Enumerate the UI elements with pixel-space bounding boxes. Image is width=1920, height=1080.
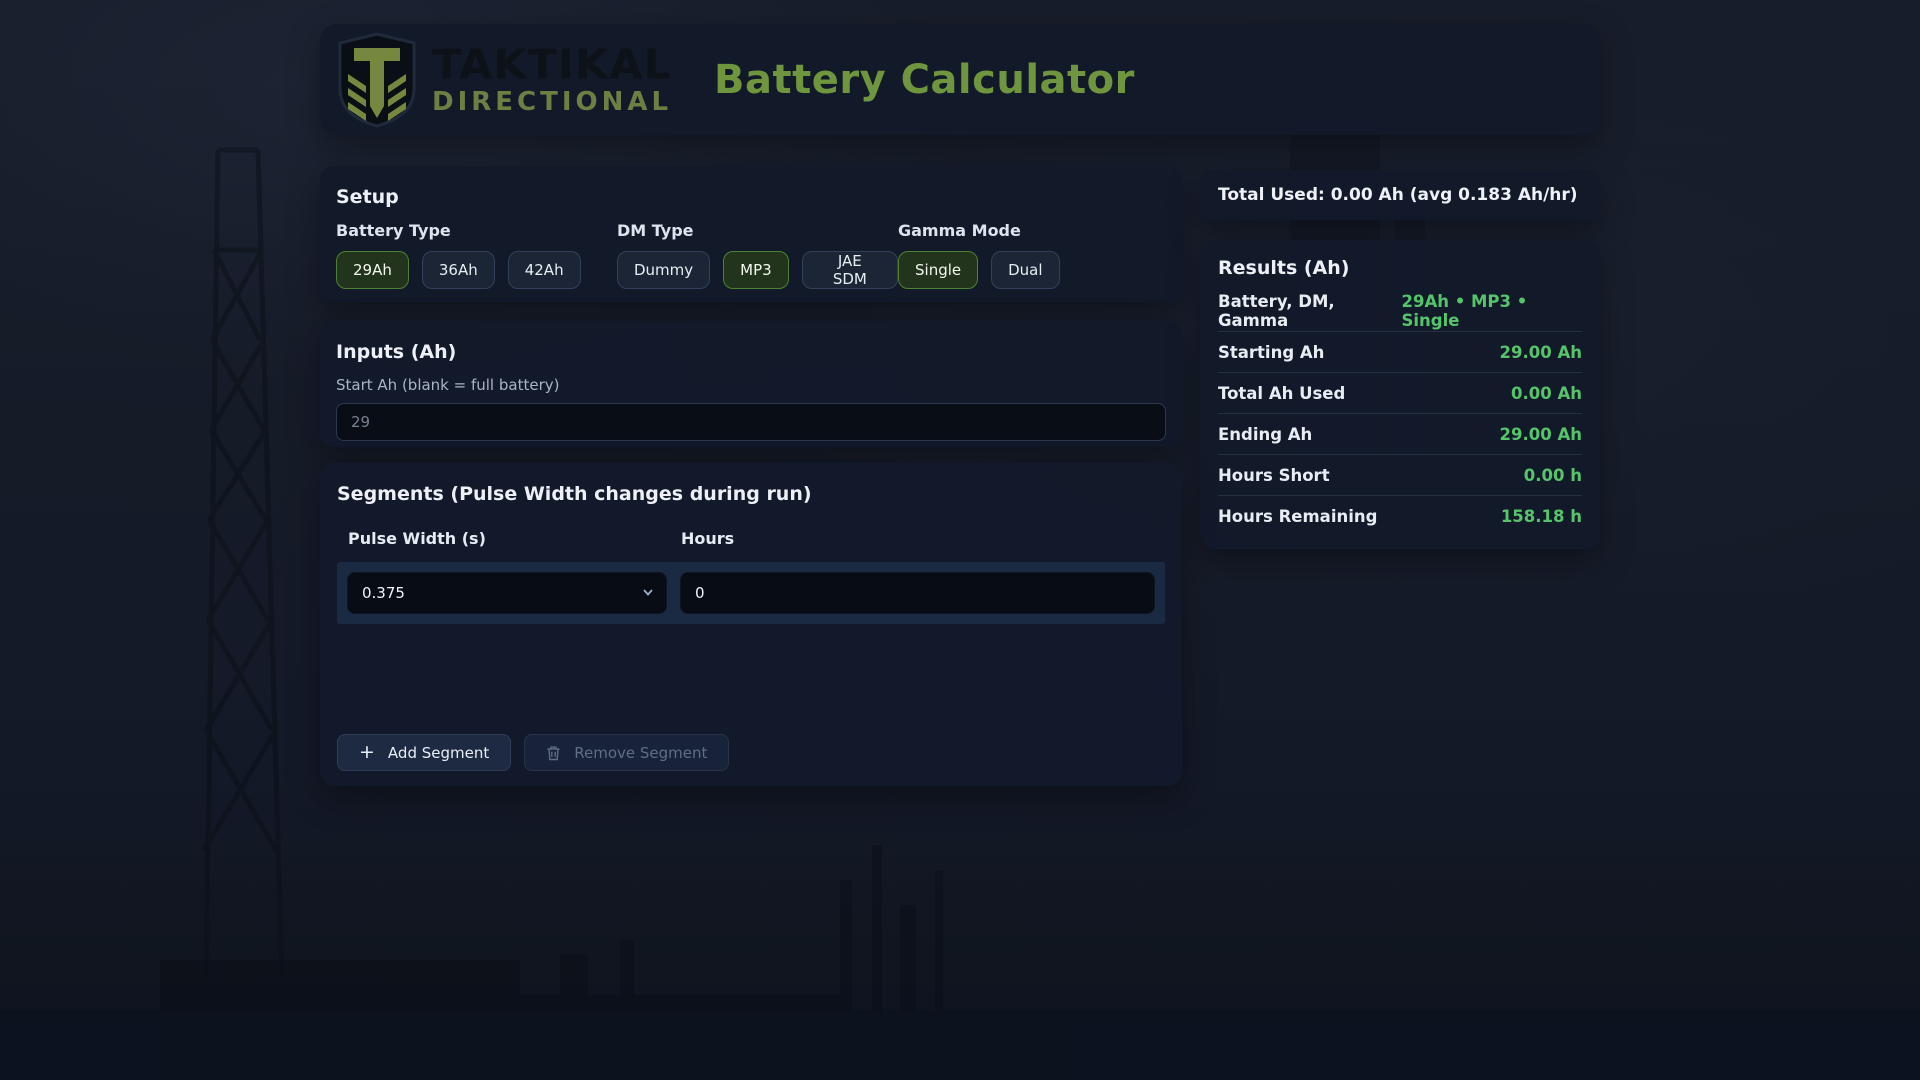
result-value: 29.00 Ah [1499,424,1582,444]
segments-heading: Segments (Pulse Width changes during run… [337,483,812,505]
result-row-total-ah-used: Total Ah Used 0.00 Ah [1218,373,1582,414]
result-row-hours-short: Hours Short 0.00 h [1218,455,1582,496]
start-ah-input[interactable] [336,403,1166,441]
inputs-heading: Inputs (Ah) [336,341,457,363]
brand-wordmark: TAKTIKAL DIRECTIONAL [432,44,694,115]
taktikal-shield-logo-icon [338,31,416,128]
gamma-mode-dual-button[interactable]: Dual [991,251,1060,289]
result-label: Starting Ah [1218,342,1325,362]
pulse-width-select[interactable]: 0.375 [347,572,667,614]
plus-icon: + [359,741,375,763]
battery-calculator-app: TAKTIKAL DIRECTIONAL Battery Calculator … [320,0,1600,786]
inputs-panel: Inputs (Ah) Start Ah (blank = full batte… [320,321,1182,447]
add-segment-button[interactable]: + Add Segment [337,734,512,771]
gamma-mode-single-button[interactable]: Single [898,251,979,289]
result-label: Ending Ah [1218,424,1313,444]
battery-type-group: Battery Type 29Ah 36Ah 42Ah [336,221,617,289]
results-heading: Results (Ah) [1218,257,1350,279]
dm-type-group: DM Type Dummy MP3 JAE SDM [617,221,898,289]
setup-panel: Setup Battery Type 29Ah 36Ah 42Ah DM Typ… [320,166,1182,302]
battery-type-label: Battery Type [336,221,451,240]
brand-name: TAKTIKAL [432,41,672,90]
trash-icon [547,746,560,760]
setup-heading: Setup [336,186,399,208]
gamma-mode-label: Gamma Mode [898,221,1021,240]
results-panel: Results (Ah) Battery, DM, Gamma 29Ah • M… [1200,240,1600,549]
total-used-text: Total Used: 0.00 Ah (avg 0.183 Ah/hr) [1218,185,1578,205]
result-value: 0.00 Ah [1511,383,1582,403]
segment-row[interactable]: 0.375 [337,562,1165,624]
gamma-mode-group: Gamma Mode Single Dual [898,221,1060,289]
dm-type-mp3-button[interactable]: MP3 [723,251,789,289]
result-label: Hours Remaining [1218,507,1378,526]
result-value: 158.18 h [1500,507,1582,526]
battery-type-29ah-button[interactable]: 29Ah [336,251,409,289]
result-row-ending-ah: Ending Ah 29.00 Ah [1218,414,1582,455]
total-used-banner: Total Used: 0.00 Ah (avg 0.183 Ah/hr) [1200,170,1600,220]
result-row-starting-ah: Starting Ah 29.00 Ah [1218,332,1582,373]
brand-tagline: DIRECTIONAL [432,87,673,117]
segment-hours-input[interactable] [680,572,1155,614]
pulse-width-select-wrap: 0.375 [347,572,667,614]
remove-segment-label: Remove Segment [574,743,708,762]
start-ah-label: Start Ah (blank = full battery) [336,376,560,394]
result-label: Battery, DM, Gamma [1218,292,1335,330]
add-segment-label: Add Segment [387,743,490,762]
hours-column-header: Hours [681,529,735,548]
page-title: Battery Calculator [714,56,1135,103]
result-row-hours-remaining: Hours Remaining 158.18 h [1218,496,1582,537]
dm-type-jae-sdm-button[interactable]: JAE SDM [801,251,898,289]
dm-type-label: DM Type [617,221,694,240]
remove-segment-button[interactable]: Remove Segment [524,734,730,771]
result-value: 29.00 Ah [1499,342,1582,362]
result-label: Hours Short [1218,465,1330,485]
pulse-width-column-header: Pulse Width (s) [348,529,486,548]
segments-panel: Segments (Pulse Width changes during run… [320,463,1182,786]
battery-type-42ah-button[interactable]: 42Ah [507,251,581,289]
header: TAKTIKAL DIRECTIONAL Battery Calculator [320,24,1600,135]
result-label: Total Ah Used [1218,383,1346,403]
result-value: 0.00 h [1523,465,1582,485]
dm-type-dummy-button[interactable]: Dummy [617,251,711,289]
result-value: 29Ah • MP3 • Single [1401,292,1528,330]
result-row-battery-dm-gamma: Battery, DM, Gamma 29Ah • MP3 • Single [1218,291,1582,332]
battery-type-36ah-button[interactable]: 36Ah [421,251,495,289]
